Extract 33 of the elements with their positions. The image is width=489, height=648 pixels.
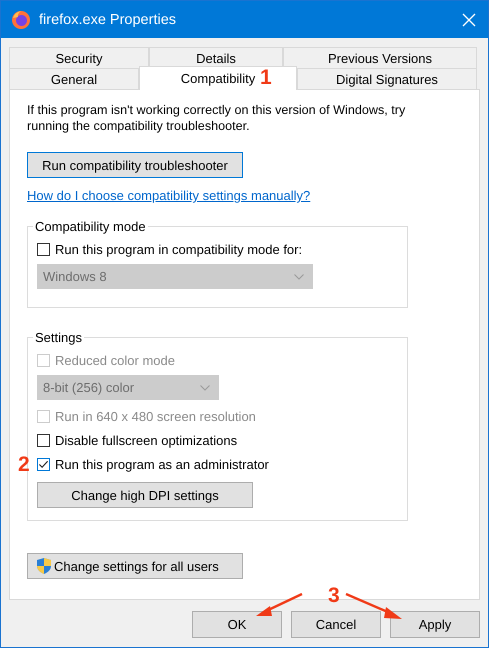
help-link[interactable]: How do I choose compatibility settings manually? <box>27 188 310 203</box>
tab[interactable]: Digital Signatures <box>297 68 477 89</box>
tab[interactable]: Details <box>149 47 283 68</box>
dialog-button[interactable]: Apply <box>390 611 480 638</box>
dpi-settings-button[interactable]: Change high DPI settings <box>37 482 253 508</box>
annotation-arrow <box>346 592 402 619</box>
tab[interactable]: General <box>9 68 139 89</box>
checkbox-label[interactable]: Disable fullscreen optimizations <box>55 433 238 448</box>
shield-icon <box>36 557 52 575</box>
troubleshooter-button[interactable]: Run compatibility troubleshooter <box>27 152 243 178</box>
chevron-down-icon <box>294 274 304 280</box>
annotation-arrow <box>256 592 303 616</box>
annotation-number: 2 <box>18 454 30 475</box>
checkbox[interactable] <box>37 243 50 256</box>
tab[interactable]: Previous Versions <box>283 47 477 68</box>
tab[interactable]: Compatibility 1 <box>139 66 297 90</box>
firefox-icon <box>11 10 31 30</box>
checkbox-label[interactable]: Run this program in compatibility mode for: <box>55 242 302 257</box>
dialog-button[interactable]: Cancel <box>291 611 381 638</box>
chevron-down-icon <box>200 384 210 390</box>
description-text: If this program isn't working correctly on this version of Windows, try running the compatibility troubleshooter. <box>27 102 406 134</box>
checkbox[interactable] <box>37 458 50 471</box>
annotation-number: 1 <box>260 67 272 88</box>
change-settings-button[interactable]: Change settings for all users <box>27 553 243 579</box>
tab[interactable]: Security <box>9 47 149 68</box>
checkbox[interactable] <box>37 434 50 447</box>
close-icon[interactable] <box>462 12 476 26</box>
group-title: Settings <box>34 330 83 345</box>
group-title: Compatibility mode <box>34 219 147 234</box>
dialog-button[interactable]: OK <box>192 611 282 638</box>
annotation-number: 3 <box>328 585 340 606</box>
checkbox-label[interactable]: Run this program as an administrator <box>55 457 269 472</box>
window-title: firefox.exe Properties <box>39 12 178 28</box>
